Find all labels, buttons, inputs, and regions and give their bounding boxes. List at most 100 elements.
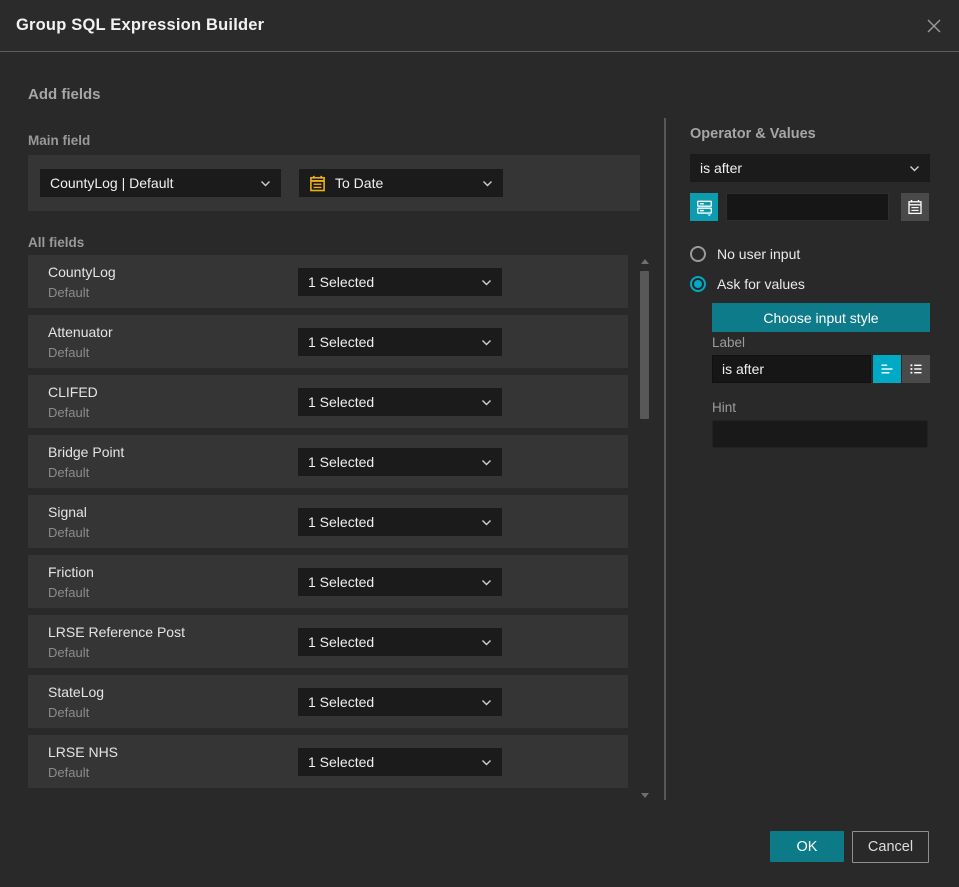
main-field-date-select-value: To Date: [335, 175, 384, 191]
field-selected-value: 1 Selected: [308, 754, 375, 770]
field-name: Bridge Point: [48, 444, 125, 460]
field-row: Friction Default 1 Selected: [28, 555, 628, 608]
field-name: LRSE Reference Post: [48, 624, 185, 640]
main-field-panel: CountyLog | Default To Date: [28, 155, 640, 211]
radio-checked-icon: [690, 275, 706, 292]
chevron-down-icon: [481, 279, 492, 286]
scrollbar-up-arrow-icon[interactable]: [641, 259, 649, 264]
radio-ask-for-values-label: Ask for values: [717, 275, 805, 292]
main-field-date-select[interactable]: To Date: [299, 169, 503, 197]
vertical-divider: [664, 118, 666, 800]
field-row: Signal Default 1 Selected: [28, 495, 628, 548]
add-fields-heading: Add fields: [28, 86, 101, 103]
all-fields-list: CountyLog Default 1 Selected Attenuator …: [28, 255, 628, 795]
chevron-down-icon: [481, 399, 492, 406]
calendar-icon: [309, 175, 326, 192]
field-name: CountyLog: [48, 264, 116, 280]
ok-button[interactable]: OK: [770, 831, 844, 862]
field-selected-dropdown[interactable]: 1 Selected: [298, 268, 502, 296]
stacked-values-icon: [696, 200, 712, 216]
field-row: Bridge Point Default 1 Selected: [28, 435, 628, 488]
field-name: CLIFED: [48, 384, 98, 400]
label-input[interactable]: [712, 355, 871, 383]
title-bar: Group SQL Expression Builder: [0, 0, 959, 52]
radio-ask-for-values[interactable]: Ask for values: [690, 275, 805, 292]
dialog-title: Group SQL Expression Builder: [16, 16, 265, 34]
chevron-down-icon: [481, 339, 492, 346]
field-row: LRSE NHS Default 1 Selected: [28, 735, 628, 788]
group-sql-expression-builder-dialog: Group SQL Expression Builder Add fields …: [0, 0, 959, 887]
chevron-down-icon: [481, 579, 492, 586]
fields-list-scrollbar[interactable]: [639, 255, 651, 800]
set-value-type-button[interactable]: [690, 193, 718, 221]
chevron-down-icon: [481, 759, 492, 766]
field-subtitle: Default: [48, 645, 90, 660]
chevron-down-icon: [481, 519, 492, 526]
list-style-button[interactable]: [902, 355, 930, 383]
operator-select[interactable]: is after: [690, 154, 930, 182]
field-row: Attenuator Default 1 Selected: [28, 315, 628, 368]
field-subtitle: Default: [48, 465, 90, 480]
field-subtitle: Default: [48, 285, 90, 300]
field-selected-value: 1 Selected: [308, 334, 375, 350]
field-subtitle: Default: [48, 585, 90, 600]
field-subtitle: Default: [48, 765, 90, 780]
field-selected-dropdown[interactable]: 1 Selected: [298, 328, 502, 356]
radio-no-user-input[interactable]: No user input: [690, 245, 800, 262]
radio-unchecked-icon: [690, 245, 706, 262]
all-fields-label: All fields: [28, 235, 85, 250]
field-name: Friction: [48, 564, 94, 580]
field-subtitle: Default: [48, 525, 90, 540]
field-row: LRSE Reference Post Default 1 Selected: [28, 615, 628, 668]
date-picker-button[interactable]: [901, 193, 929, 221]
field-subtitle: Default: [48, 405, 90, 420]
hint-caption: Hint: [712, 400, 737, 415]
field-name: LRSE NHS: [48, 744, 119, 760]
field-row: CountyLog Default 1 Selected: [28, 255, 628, 308]
field-selected-value: 1 Selected: [308, 574, 375, 590]
chevron-down-icon: [909, 165, 920, 172]
field-selected-dropdown[interactable]: 1 Selected: [298, 688, 502, 716]
field-row: StateLog Default 1 Selected: [28, 675, 628, 728]
cancel-button[interactable]: Cancel: [852, 831, 929, 863]
radio-no-user-input-label: No user input: [717, 245, 801, 262]
main-field-select-value: CountyLog | Default: [50, 175, 174, 191]
operator-select-value: is after: [700, 160, 743, 176]
field-subtitle: Default: [48, 345, 90, 360]
field-selected-value: 1 Selected: [308, 514, 375, 530]
field-row: CLIFED Default 1 Selected: [28, 375, 628, 428]
chevron-down-icon: [482, 180, 493, 187]
chevron-down-icon: [481, 639, 492, 646]
chevron-down-icon: [260, 180, 271, 187]
close-icon[interactable]: [923, 15, 945, 37]
hint-input[interactable]: [712, 420, 928, 448]
align-left-icon: [881, 364, 893, 374]
field-selected-dropdown[interactable]: 1 Selected: [298, 508, 502, 536]
field-name: Signal: [48, 504, 87, 520]
date-value-input[interactable]: [726, 193, 889, 221]
field-selected-value: 1 Selected: [308, 634, 375, 650]
field-name: StateLog: [48, 684, 105, 700]
field-subtitle: Default: [48, 705, 90, 720]
scrollbar-thumb[interactable]: [640, 271, 649, 419]
choose-input-style-button[interactable]: Choose input style: [712, 303, 930, 332]
field-selected-value: 1 Selected: [308, 694, 375, 710]
main-field-label: Main field: [28, 133, 91, 148]
field-selected-dropdown[interactable]: 1 Selected: [298, 568, 502, 596]
label-input-row: [712, 355, 930, 383]
field-selected-value: 1 Selected: [308, 454, 375, 470]
value-input-row: [690, 193, 930, 221]
scrollbar-down-arrow-icon[interactable]: [641, 793, 649, 798]
chevron-down-icon: [481, 459, 492, 466]
chevron-down-icon: [481, 699, 492, 706]
operator-values-heading: Operator & Values: [690, 126, 816, 142]
field-selected-dropdown[interactable]: 1 Selected: [298, 748, 502, 776]
main-field-select[interactable]: CountyLog | Default: [40, 169, 281, 197]
field-selected-dropdown[interactable]: 1 Selected: [298, 628, 502, 656]
bulleted-list-icon: [910, 364, 922, 374]
field-selected-dropdown[interactable]: 1 Selected: [298, 448, 502, 476]
single-line-style-button[interactable]: [873, 355, 901, 383]
field-selected-value: 1 Selected: [308, 274, 375, 290]
field-selected-dropdown[interactable]: 1 Selected: [298, 388, 502, 416]
field-name: Attenuator: [48, 324, 113, 340]
